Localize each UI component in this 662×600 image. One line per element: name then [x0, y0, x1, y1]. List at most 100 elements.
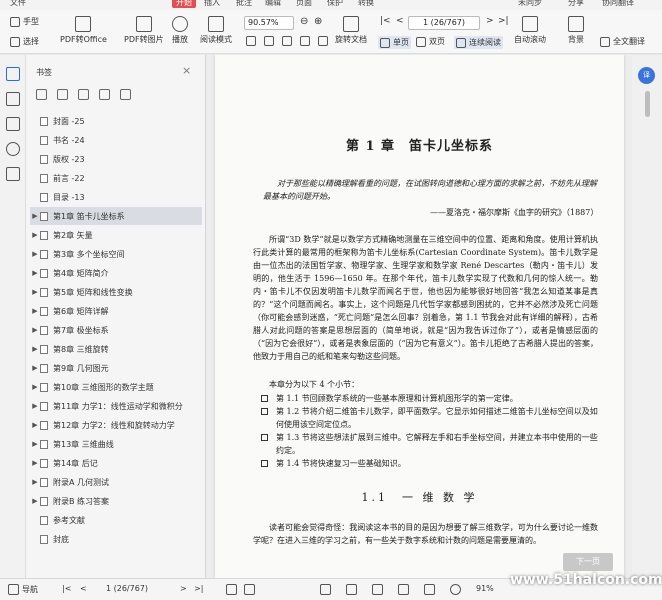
expand-arrow-icon[interactable]: ▶	[30, 345, 40, 353]
attachment-panel-icon[interactable]	[6, 142, 20, 156]
auto-scroll-button[interactable]: 自动滚动	[514, 16, 546, 45]
zoom-status[interactable]: 91%	[476, 584, 494, 593]
bookmark-item[interactable]: 目录 -13	[30, 188, 202, 206]
bookmark-item[interactable]: 版权 -23	[30, 150, 202, 168]
menu-edit[interactable]: 编辑	[265, 0, 281, 8]
bookmark-item[interactable]: 前言 -22	[30, 169, 202, 187]
select-tool[interactable]: 选择	[10, 36, 39, 47]
view-mode-icon[interactable]	[244, 584, 255, 595]
rotate-left-button[interactable]	[300, 36, 310, 46]
background-button[interactable]: 背景	[568, 16, 584, 45]
prev-page-status-button[interactable]: <	[80, 584, 87, 593]
rotate-right-button[interactable]	[318, 36, 328, 46]
play-button[interactable]: 播放	[172, 16, 188, 45]
menu-insert[interactable]: 插入	[204, 0, 220, 8]
bookmark-item[interactable]: ▶ 第7章 极坐标系	[30, 321, 202, 339]
menu-comment[interactable]: 批注	[236, 0, 252, 8]
bookmark-item[interactable]: 封面 -25	[30, 112, 202, 130]
pdf-to-office-button[interactable]: PDF转Office	[60, 16, 107, 45]
zoom-out-button[interactable]: ⊖	[300, 16, 308, 27]
prev-page-button[interactable]: <	[396, 16, 404, 26]
bookmark-item[interactable]: ▶ 第9章 几何图元	[30, 359, 202, 377]
bookmark-item[interactable]: 封底	[30, 530, 202, 548]
bookmark-item[interactable]: ▶ 第1章 笛卡儿坐标系	[30, 207, 202, 225]
signature-panel-icon[interactable]	[6, 167, 20, 181]
expand-arrow-icon[interactable]: ▶	[30, 250, 40, 258]
bookmark-item[interactable]: ▶ 第6章 矩阵详解	[30, 302, 202, 320]
page-number-field[interactable]: 1 (26/767)	[408, 16, 480, 30]
scrollbar-thumb[interactable]	[645, 91, 650, 117]
add-child-bookmark-icon[interactable]	[57, 89, 68, 100]
document-viewer[interactable]: 第 1 章 笛卡儿坐标系 对于那些能以精确理解看重的问题，在试图转向道德和心理方…	[207, 55, 632, 578]
bookmark-item[interactable]: ▶ 附录A 几何测试	[30, 473, 202, 491]
sync-status[interactable]: 未同步	[518, 0, 542, 8]
expand-arrow-icon[interactable]: ▶	[30, 326, 40, 334]
share-menu[interactable]: 分享	[568, 0, 584, 8]
expand-arrow-icon[interactable]: ▶	[30, 307, 40, 315]
next-page-button[interactable]: >	[486, 16, 494, 26]
menu-page[interactable]: 页面	[296, 0, 312, 8]
expand-arrow-icon[interactable]: ▶	[30, 440, 40, 448]
double-page-button[interactable]: 双页	[416, 36, 445, 47]
add-bookmark-icon[interactable]	[36, 89, 47, 100]
expand-arrow-icon[interactable]: ▶	[30, 383, 40, 391]
continuous-reading-button[interactable]: 连续阅读	[454, 36, 503, 49]
expand-arrow-icon[interactable]: ▶	[30, 459, 40, 467]
comment-panel-icon[interactable]	[6, 117, 20, 131]
bookmark-item[interactable]: ▶ 第4章 矩阵简介	[30, 264, 202, 282]
fit-width-button[interactable]	[264, 36, 274, 46]
double-page-status-icon[interactable]	[346, 584, 357, 595]
expand-arrow-icon[interactable]: ▶	[30, 212, 40, 220]
single-page-button[interactable]: 单页	[378, 36, 411, 49]
zoom-in-button[interactable]: ⊕	[314, 16, 322, 27]
eye-protect-icon[interactable]	[450, 584, 461, 595]
menu-file[interactable]: 文件	[10, 0, 26, 8]
expand-arrow-icon[interactable]: ▶	[30, 288, 40, 296]
expand-arrow-icon[interactable]: ▶	[30, 478, 40, 486]
collab-translate-menu[interactable]: 协同翻译	[602, 0, 634, 8]
collapse-all-icon[interactable]	[99, 89, 110, 100]
fit-page-status-icon[interactable]	[424, 584, 435, 595]
expand-arrow-icon[interactable]: ▶	[30, 421, 40, 429]
close-icon[interactable]: ×	[182, 64, 191, 77]
delete-bookmark-icon[interactable]	[120, 89, 131, 100]
bookmark-item[interactable]: ▶ 第12章 力学2：线性和旋转动力学	[30, 416, 202, 434]
first-page-button[interactable]: |<	[380, 16, 391, 26]
menu-start[interactable]: 开始	[172, 0, 196, 8]
bookmark-item[interactable]: ▶ 第13章 三维曲线	[30, 435, 202, 453]
bookmark-item[interactable]: ▶ 第5章 矩阵和线性变换	[30, 283, 202, 301]
continuous-status-icon[interactable]	[372, 584, 383, 595]
first-page-status-button[interactable]: |<	[62, 584, 71, 593]
full-translate-button[interactable]: 全文翻译	[600, 36, 645, 47]
next-page-floating-button[interactable]: 下一页	[563, 553, 613, 571]
zoom-field[interactable]: 90.57%	[244, 16, 294, 30]
bookmark-item[interactable]: ▶ 第2章 矢量	[30, 226, 202, 244]
hand-tool[interactable]: 手型	[10, 16, 39, 27]
bookmark-item[interactable]: ▶ 附录B 练习答案	[30, 492, 202, 510]
navigation-icon[interactable]	[8, 584, 19, 595]
translate-float-icon[interactable]: 译	[638, 67, 655, 84]
expand-arrow-icon[interactable]: ▶	[30, 231, 40, 239]
expand-arrow-icon[interactable]: ▶	[30, 364, 40, 372]
page-status[interactable]: 1 (26/767)	[106, 584, 148, 593]
bookmark-item[interactable]: ▶ 第3章 多个坐标空间	[30, 245, 202, 263]
bookmark-item[interactable]: ▶ 第11章 力学1：线性运动学和微积分	[30, 397, 202, 415]
expand-arrow-icon[interactable]: ▶	[30, 269, 40, 277]
bookmark-item[interactable]: ▶ 第14章 后记	[30, 454, 202, 472]
bookmark-item[interactable]: 参考文献	[30, 511, 202, 529]
bookmark-item[interactable]: 书名 -24	[30, 131, 202, 149]
bookmark-panel-icon[interactable]	[6, 67, 20, 81]
expand-arrow-icon[interactable]: ▶	[30, 497, 40, 505]
pdf-to-image-button[interactable]: PDF转图片	[124, 16, 164, 45]
bookmark-button[interactable]	[282, 36, 292, 46]
rotate-document-button[interactable]: 旋转文档	[335, 16, 367, 45]
last-page-button[interactable]: >|	[498, 16, 509, 26]
menu-protect[interactable]: 保护	[327, 0, 343, 8]
expand-all-icon[interactable]	[78, 89, 89, 100]
last-page-status-button[interactable]: >|	[194, 584, 203, 593]
bookmark-item[interactable]: ▶ 第8章 三维旋转	[30, 340, 202, 358]
bookmark-item[interactable]: ▶ 第10章 三维图形的数学主题	[30, 378, 202, 396]
menu-convert[interactable]: 转换	[358, 0, 374, 8]
navigation-label[interactable]: 导航	[22, 584, 38, 595]
view-mode-icon[interactable]	[226, 584, 237, 595]
